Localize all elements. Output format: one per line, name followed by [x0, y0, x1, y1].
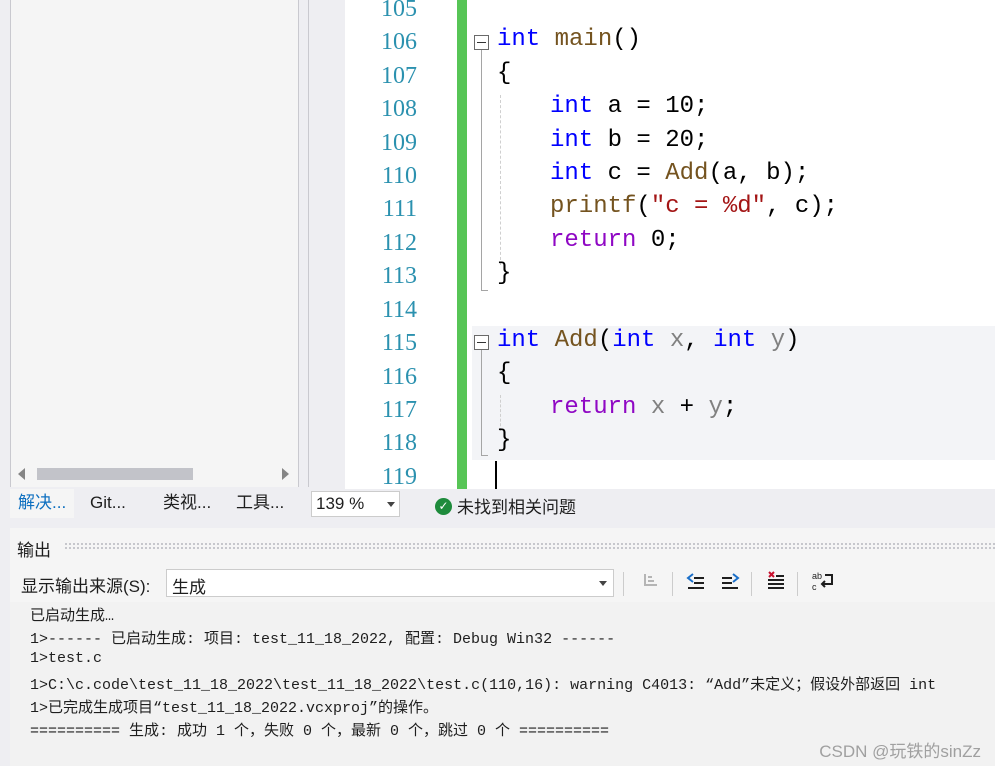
line-number: 111	[382, 196, 417, 222]
line-number: 115	[381, 330, 417, 356]
toolbar-separator	[797, 572, 798, 596]
collapse-main-icon[interactable]	[474, 35, 489, 50]
line-number-gutter: 105 106 107 108 109 110 111 112 113 114 …	[345, 0, 457, 489]
issues-text: 未找到相关问题	[457, 498, 576, 517]
word-wrap-icon[interactable]: ab c	[810, 570, 836, 596]
output-source-select[interactable]: 生成	[166, 569, 614, 597]
solution-explorer-panel: 解决... Git... 类视... 工具...	[0, 0, 308, 518]
line-number: 118	[381, 430, 417, 456]
scroll-left-icon[interactable]	[18, 468, 25, 480]
code-line-110: int c = Add(a, b);	[550, 160, 810, 187]
code-line-113: }	[497, 260, 512, 287]
solution-explorer-tree[interactable]	[10, 0, 299, 487]
output-line: 1>------ 已启动生成: 项目: test_11_18_2022, 配置:…	[30, 631, 616, 648]
horizontal-scrollbar[interactable]	[10, 462, 297, 484]
output-line: ========== 生成: 成功 1 个，失败 0 个，最新 0 个，跳过 0…	[30, 723, 610, 740]
output-line: 已启动生成…	[30, 608, 115, 625]
zoom-value: 139 %	[316, 494, 365, 513]
outline-end	[481, 455, 488, 456]
line-number: 105	[381, 0, 417, 22]
previous-message-icon[interactable]	[683, 570, 709, 596]
line-number: 117	[381, 397, 417, 423]
output-title-bar[interactable]: 输出	[10, 528, 995, 564]
code-line-118: }	[497, 427, 512, 454]
chevron-down-icon[interactable]	[599, 581, 607, 586]
output-line: 1>test.c	[30, 650, 103, 667]
outline-line	[481, 350, 482, 455]
issues-indicator[interactable]: ✓ 未找到相关问题	[435, 493, 576, 518]
svg-text:ab: ab	[812, 571, 822, 581]
check-circle-icon: ✓	[435, 498, 452, 516]
line-number: 112	[381, 230, 417, 256]
watermark: CSDN @玩铁的sinZz	[819, 742, 981, 761]
panel-grip[interactable]	[64, 542, 995, 550]
collapse-add-icon[interactable]	[474, 335, 489, 350]
indent-guide	[500, 95, 501, 265]
zoom-dropdown[interactable]: 139 %	[311, 491, 400, 517]
code-line-111: printf("c = %d", c);	[550, 193, 839, 220]
line-number: 108	[381, 96, 417, 122]
code-line-106: int main()	[497, 26, 642, 53]
line-number: 114	[381, 297, 417, 323]
editor-margin	[308, 0, 345, 487]
output-toolbar: 显示输出来源(S): 生成 ab c	[10, 566, 995, 602]
line-number: 119	[381, 464, 417, 489]
line-number: 113	[381, 263, 417, 289]
toolbar-separator	[623, 572, 624, 596]
tab-solution-explorer[interactable]: 解决...	[10, 489, 75, 518]
toolbar-separator	[751, 572, 752, 596]
scrollbar-thumb[interactable]	[37, 468, 193, 480]
tab-toolbox[interactable]: 工具...	[236, 489, 284, 517]
tab-git[interactable]: Git...	[90, 489, 126, 517]
output-line: 1>C:\c.code\test_11_18_2022\test_11_18_2…	[30, 677, 937, 694]
output-line: 1>已完成生成项目“test_11_18_2022.vcxproj”的操作。	[30, 700, 439, 717]
output-title: 输出	[17, 541, 51, 560]
next-message-icon[interactable]	[717, 570, 743, 596]
code-line-116: {	[497, 360, 512, 387]
clear-all-icon[interactable]	[763, 570, 789, 596]
source-value: 生成	[172, 578, 206, 597]
code-line-109: int b = 20;	[550, 127, 709, 154]
change-tracking-bar	[457, 0, 467, 489]
line-number: 110	[381, 163, 417, 189]
chevron-down-icon[interactable]	[387, 502, 395, 507]
code-line-107: {	[497, 60, 512, 87]
editor-status-bar: 139 % ✓ 未找到相关问题	[308, 489, 995, 518]
source-label: 显示输出来源(S):	[21, 577, 151, 596]
line-number: 109	[381, 130, 417, 156]
code-line-108: int a = 10;	[550, 93, 709, 120]
outline-end	[481, 290, 488, 291]
code-editor[interactable]: 105 106 107 108 109 110 111 112 113 114 …	[345, 0, 995, 489]
find-message-icon[interactable]	[637, 570, 663, 596]
scroll-right-icon[interactable]	[282, 468, 289, 480]
line-number: 106	[381, 29, 417, 55]
code-line-117: return x + y;	[550, 394, 738, 421]
tab-class-view[interactable]: 类视...	[163, 489, 211, 517]
svg-text:c: c	[812, 582, 817, 592]
output-panel: 输出 显示输出来源(S): 生成 ab c 已启动生成… 1>------ 已启动…	[10, 528, 995, 766]
code-line-115: int Add(int x, int y)	[497, 327, 800, 354]
indent-guide	[500, 395, 501, 431]
text-caret	[495, 461, 497, 489]
line-number: 107	[381, 63, 417, 89]
line-number: 116	[381, 364, 417, 390]
outline-line	[481, 50, 482, 290]
code-line-112: return 0;	[550, 227, 680, 254]
left-panel-tabs: 解决... Git... 类视... 工具...	[10, 489, 300, 518]
toolbar-separator	[672, 572, 673, 596]
